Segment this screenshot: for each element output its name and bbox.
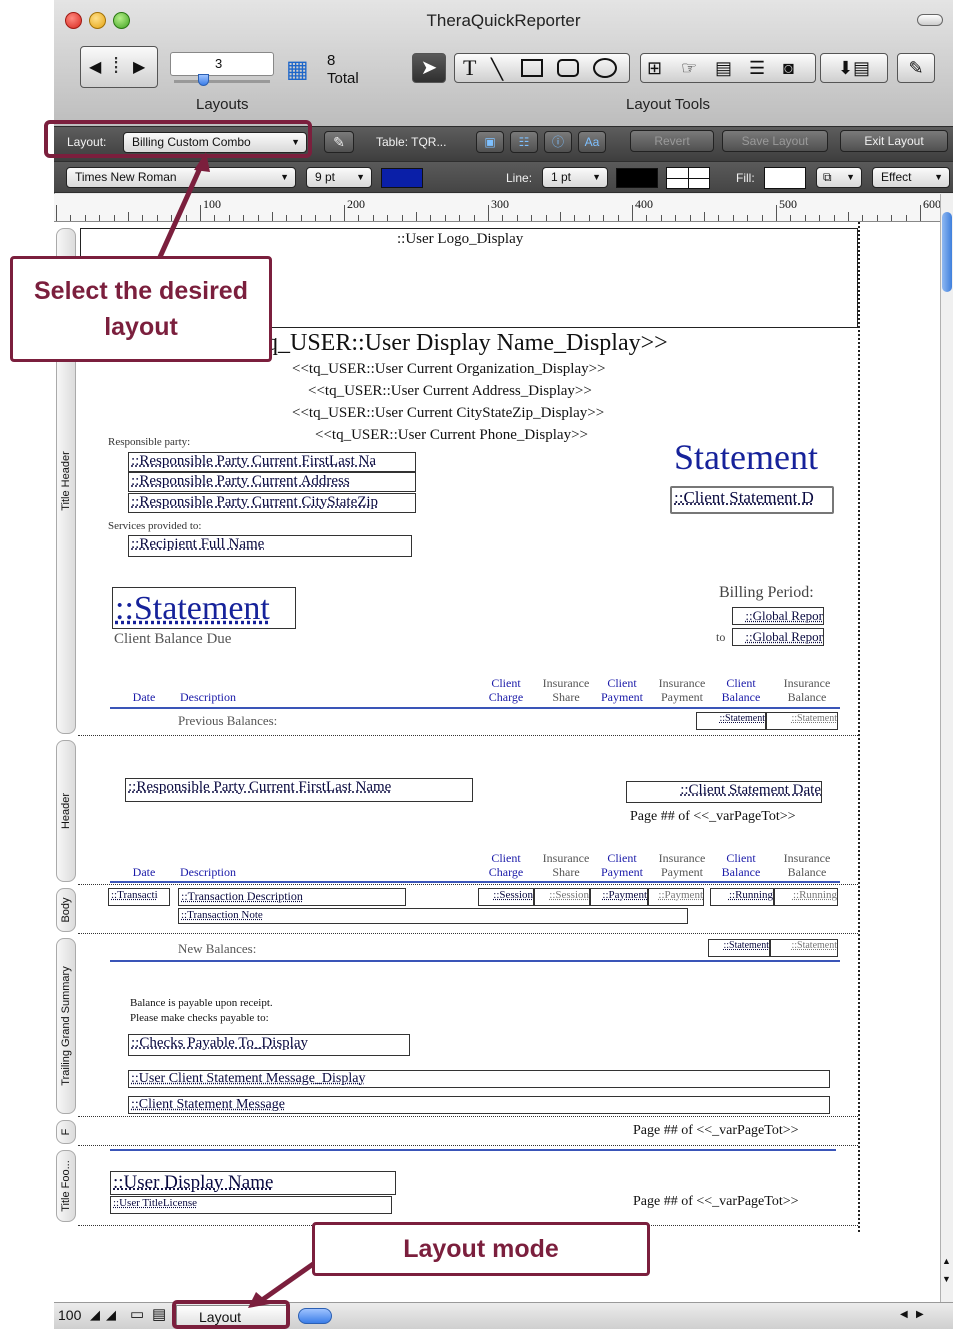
layout-popup-highlight <box>44 120 312 158</box>
layout-mode-callout: Layout mode <box>312 1222 650 1276</box>
callout-arrows <box>157 152 318 1308</box>
mode-popup-highlight <box>172 1300 290 1329</box>
select-layout-arrow <box>157 166 203 259</box>
layout-mode-arrow <box>260 1259 318 1303</box>
select-layout-callout: Select the desired layout <box>10 256 272 362</box>
